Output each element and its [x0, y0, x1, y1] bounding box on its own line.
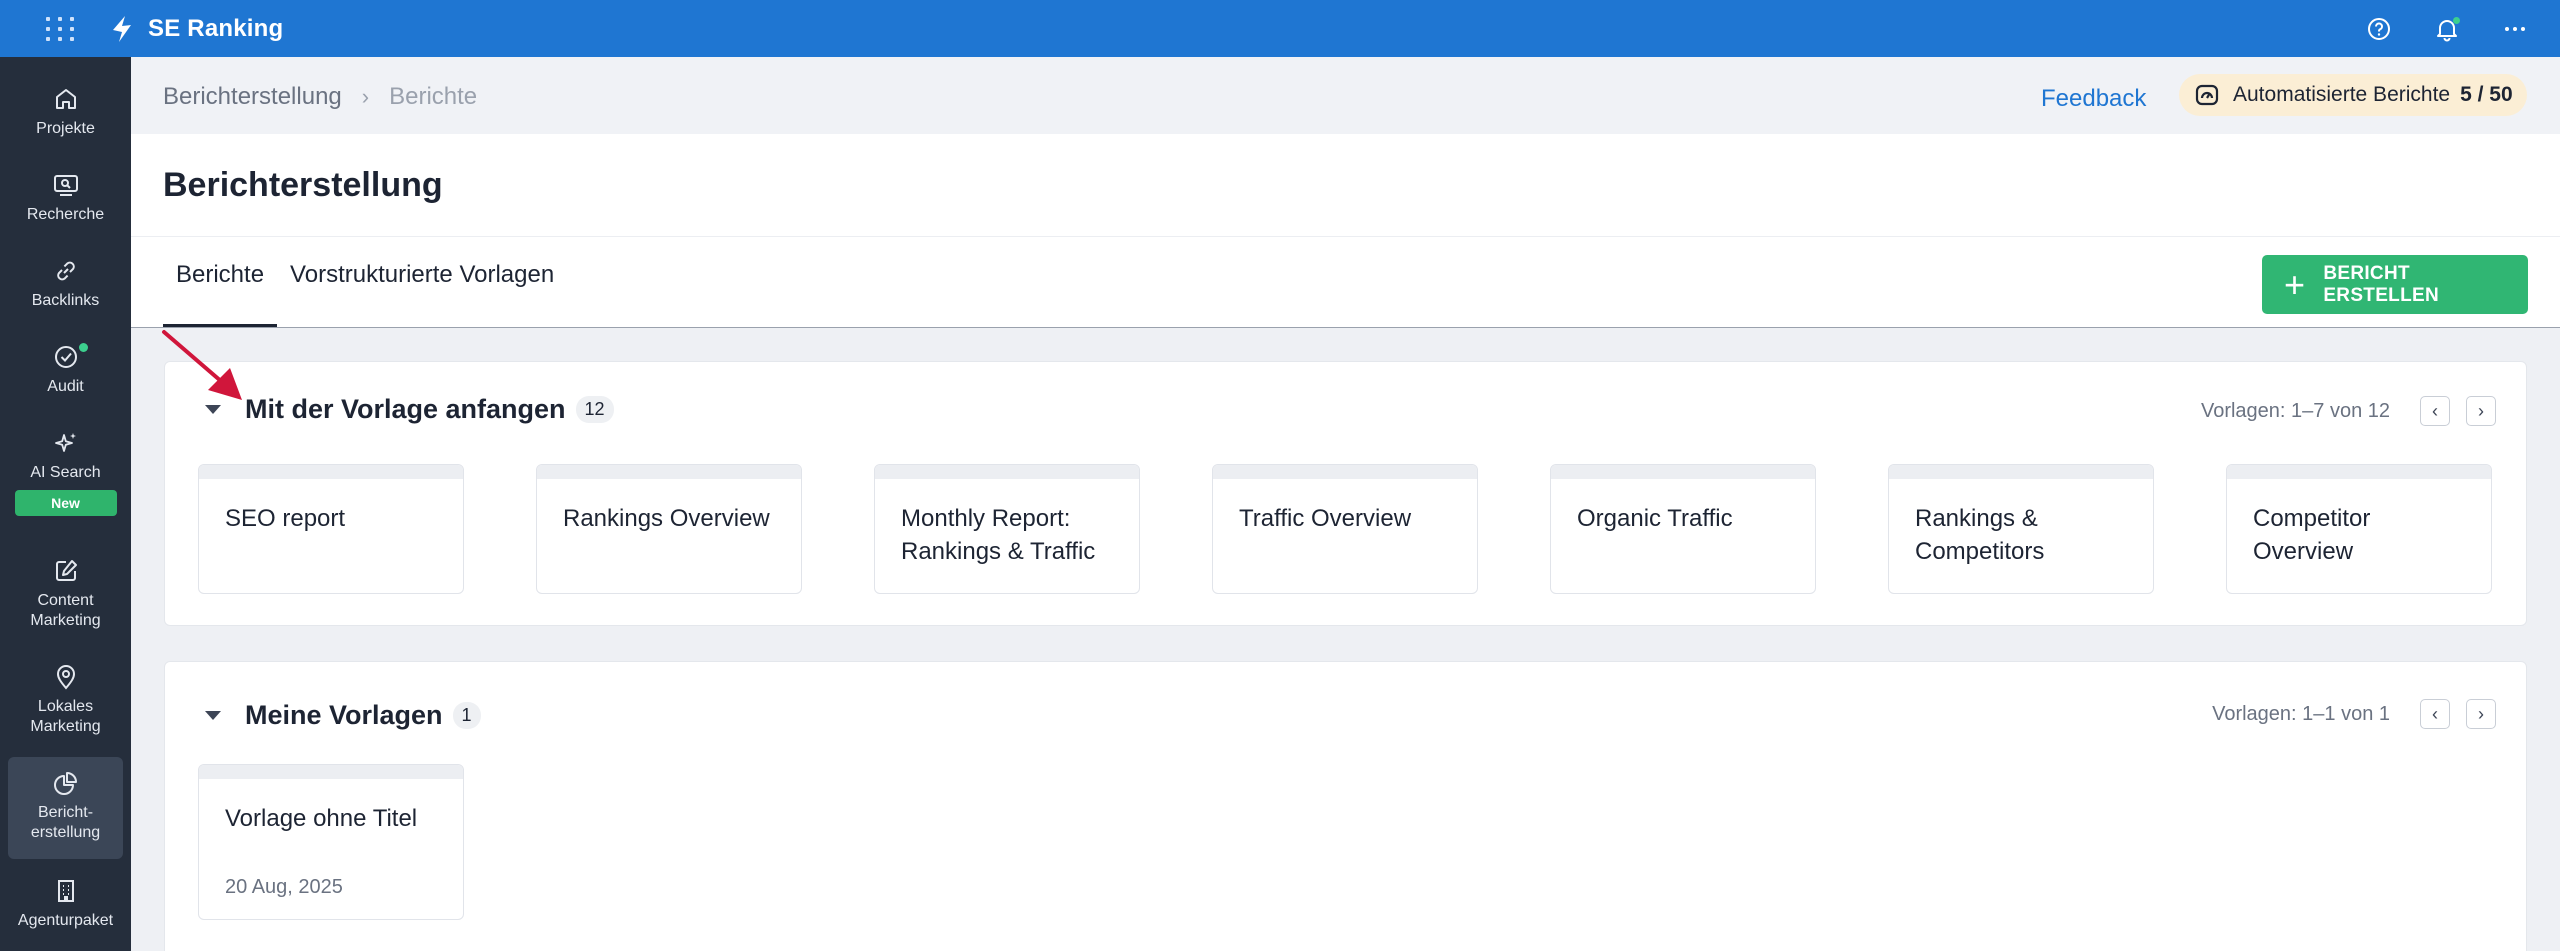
feedback-link[interactable]: Feedback — [2041, 85, 2146, 113]
section-header[interactable]: Mit der Vorlage anfangen 12 — [205, 394, 614, 425]
page-header: Berichterstellung Berichte Vorstrukturie… — [131, 134, 2560, 328]
tab-vorstrukturierte-vorlagen[interactable]: Vorstrukturierte Vorlagen — [277, 262, 567, 328]
pager: Vorlagen: 1–7 von 12 ‹ › — [2201, 396, 2496, 426]
card-title: Monthly Report: Rankings & Traffic — [901, 505, 1096, 565]
logo[interactable]: SE Ranking — [106, 13, 283, 45]
new-badge: New — [14, 490, 117, 516]
notification-dot — [2453, 16, 2460, 24]
sidebar-item-label: AI Search — [30, 464, 101, 481]
sidebar-item-berichterstellung[interactable]: Bericht-erstellung — [8, 757, 123, 859]
create-report-button[interactable]: + BERICHT ERSTELLEN — [2262, 255, 2528, 314]
section-header[interactable]: Meine Vorlagen 1 — [205, 700, 481, 731]
speedometer-icon — [2195, 84, 2219, 106]
my-template-card[interactable]: Vorlage ohne Titel 20 Aug, 2025 — [198, 764, 464, 920]
create-report-label: BERICHT ERSTELLEN — [2323, 262, 2439, 306]
prev-page-button[interactable]: ‹ — [2420, 699, 2450, 729]
page-title: Berichterstellung — [163, 166, 443, 204]
sidebar-item-audit[interactable]: Audit — [8, 341, 123, 401]
template-card[interactable]: Monthly Report: Rankings & Traffic — [874, 464, 1140, 594]
divider — [131, 236, 2560, 237]
top-bar: SE Ranking — [0, 0, 2560, 57]
quota-label: Automatisierte Berichte — [2233, 83, 2451, 106]
annotation-arrow-icon — [162, 330, 242, 400]
pager: Vorlagen: 1–1 von 1 ‹ › — [2212, 699, 2496, 729]
sidebar-item-recherche[interactable]: Recherche — [8, 169, 123, 229]
collapse-caret-icon[interactable] — [205, 711, 221, 720]
sidebar-item-ai-search[interactable]: AI Search New — [8, 427, 123, 527]
building-icon — [57, 880, 74, 902]
sidebar-item-label: Audit — [47, 378, 84, 395]
tab-berichte[interactable]: Berichte — [163, 262, 278, 328]
template-card[interactable]: SEO report — [198, 464, 464, 594]
next-page-button[interactable]: › — [2466, 699, 2496, 729]
breadcrumb-root[interactable]: Berichterstellung — [163, 83, 342, 111]
card-title: Organic Traffic — [1577, 505, 1733, 532]
card-title: Rankings & Competitors — [1915, 505, 2045, 565]
pager-text: Vorlagen: 1–7 von 12 — [2200, 399, 2390, 422]
logo-icon — [113, 15, 131, 42]
breadcrumb-current: Berichte — [389, 83, 478, 110]
map-pin-icon — [56, 665, 75, 690]
tab-bar: Berichte Vorstrukturierte Vorlagen — [163, 262, 567, 328]
sidebar-item-lokales-marketing[interactable]: Lokales Marketing — [8, 661, 123, 741]
template-section: Mit der Vorlage anfangen 12 Vorlagen: 1–… — [164, 361, 2527, 626]
sidebar-item-label: Recherche — [26, 206, 105, 223]
card-title: Vorlage ohne Titel — [225, 805, 418, 832]
section-title: Meine Vorlagen — [245, 700, 443, 730]
app-name: SE Ranking — [148, 14, 284, 42]
template-card[interactable]: Rankings & Competitors — [1888, 464, 2154, 594]
section-count-badge: 1 — [452, 702, 481, 729]
section-title: Mit der Vorlage anfangen — [245, 394, 566, 424]
template-card[interactable]: Traffic Overview — [1212, 464, 1478, 594]
tab-divider — [131, 327, 2560, 328]
section-count-badge: 12 — [575, 396, 614, 423]
plus-icon: + — [2284, 263, 2306, 305]
breadcrumb: Berichterstellung › Berichte — [163, 83, 477, 111]
apps-grid-icon[interactable] — [38, 6, 84, 52]
automated-reports-quota[interactable]: Automatisierte Berichte 5 / 50 — [2179, 74, 2527, 116]
breadcrumb-bar: Berichterstellung › Berichte Feedback Au… — [131, 57, 2560, 134]
template-card[interactable]: Rankings Overview — [536, 464, 802, 594]
check-circle-icon — [54, 346, 77, 368]
notification-bell-icon[interactable] — [2430, 12, 2464, 46]
monitor-search-icon — [53, 175, 78, 196]
next-page-button[interactable]: › — [2466, 396, 2496, 426]
link-icon — [56, 261, 75, 281]
edit-icon — [55, 560, 77, 581]
pager-text: Vorlagen: 1–1 von 1 — [2212, 702, 2390, 725]
my-templates-section: Meine Vorlagen 1 Vorlagen: 1–1 von 1 ‹ ›… — [164, 661, 2527, 951]
sidebar-item-label: Backlinks — [31, 292, 100, 309]
home-icon — [55, 89, 76, 109]
sidebar-item-label: Bericht-erstellung — [30, 804, 101, 841]
template-card[interactable]: Organic Traffic — [1550, 464, 1816, 594]
template-card[interactable]: Competitor Overview — [2226, 464, 2492, 594]
card-title: SEO report — [225, 505, 346, 532]
sidebar-item-label: Agenturpaket — [17, 912, 114, 929]
card-title: Rankings Overview — [563, 505, 770, 532]
card-title: Competitor Overview — [2253, 505, 2371, 565]
chevron-right-icon: › — [361, 84, 370, 109]
prev-page-button[interactable]: ‹ — [2420, 396, 2450, 426]
sidebar-item-backlinks[interactable]: Backlinks — [8, 255, 123, 315]
sidebar-item-label: Content Marketing — [30, 592, 101, 629]
help-icon[interactable] — [2362, 12, 2396, 46]
sidebar-item-agenturpaket[interactable]: Agenturpaket — [8, 875, 123, 935]
sparkles-icon — [54, 433, 76, 452]
pie-chart-icon — [53, 772, 77, 795]
card-title: Traffic Overview — [1239, 505, 1412, 532]
quota-value: 5 / 50 — [2460, 83, 2513, 106]
sidebar: Projekte Recherche Backlinks Audit AI Se… — [0, 57, 131, 951]
audit-status-dot — [79, 343, 88, 352]
card-date: 20 Aug, 2025 — [225, 876, 343, 898]
sidebar-item-label: Projekte — [36, 120, 95, 137]
sidebar-item-projekte[interactable]: Projekte — [8, 83, 123, 143]
sidebar-item-content-marketing[interactable]: Content Marketing — [8, 555, 123, 635]
more-menu-icon[interactable] — [2498, 12, 2532, 46]
sidebar-item-label: Lokales Marketing — [30, 698, 101, 735]
